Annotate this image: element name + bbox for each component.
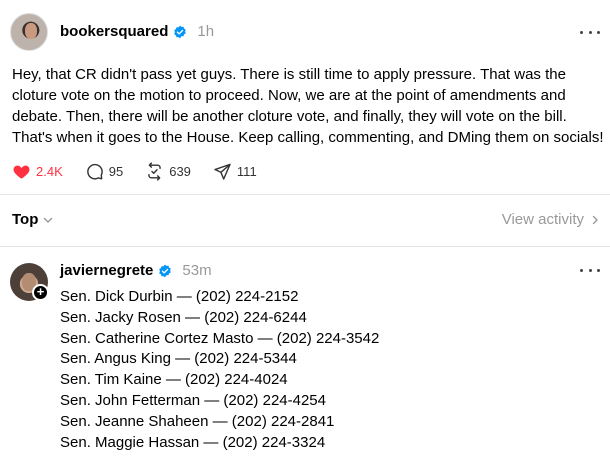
reply-line: Sen. Tim Kaine — (202) 224-4024	[60, 371, 288, 389]
post-text: Hey, that CR didn't pass yet guys. There…	[12, 66, 604, 146]
follow-plus-icon[interactable]: +	[32, 284, 49, 301]
reply-text: Sen. Dick Durbin — (202) 224-2152 Sen. J…	[60, 287, 379, 453]
sort-label: Top	[12, 211, 39, 228]
reply-line: Sen. Dick Durbin — (202) 224-2152	[60, 288, 299, 305]
repost-count: 639	[169, 164, 191, 179]
comment-icon	[86, 163, 103, 180]
replies-sort-bar: Top View activity	[12, 211, 600, 228]
avatar[interactable]	[10, 13, 48, 51]
reply-username[interactable]: javiernegrete	[60, 262, 153, 279]
share-button[interactable]: 111	[213, 162, 257, 181]
more-options-icon[interactable]	[580, 31, 600, 37]
chevron-down-icon	[44, 217, 53, 223]
verified-badge-icon	[159, 264, 172, 277]
reply-line: Sen. John Fetterman — (202) 224-4254	[60, 391, 326, 409]
more-options-icon[interactable]	[580, 269, 600, 275]
view-activity-link[interactable]: View activity	[502, 211, 600, 228]
reply-line: Sen. Maggie Hassan — (202) 224-3324	[60, 433, 326, 451]
reply-time: 53m	[182, 262, 212, 279]
reply-line: Sen. Jeanne Shaheen — (202) 224-2841	[60, 412, 335, 430]
repost-icon	[148, 162, 161, 181]
chevron-right-icon	[592, 215, 598, 224]
share-count: 111	[236, 164, 257, 179]
reply-header: javiernegrete 53m	[60, 262, 212, 279]
divider	[0, 246, 610, 247]
comment-count: 95	[108, 164, 124, 179]
like-button[interactable]: 2.4K	[12, 162, 63, 181]
sort-dropdown[interactable]: Top	[12, 211, 53, 228]
reply-line: Sen. Angus King — (202) 224-5344	[60, 350, 297, 368]
username[interactable]: bookersquared	[60, 23, 168, 40]
post-actions: 2.4K 95 639 111	[12, 162, 279, 181]
heart-icon	[13, 165, 30, 179]
comment-button[interactable]: 95	[85, 162, 123, 181]
verified-badge-icon	[174, 25, 187, 38]
post-header: bookersquared 1h	[60, 23, 214, 40]
repost-button[interactable]: 639	[145, 162, 191, 181]
reply-line: Sen. Catherine Cortez Masto — (202) 224-…	[60, 329, 380, 347]
divider	[0, 194, 610, 195]
reply-line: Sen. Jacky Rosen — (202) 224-6244	[60, 308, 307, 326]
post-time: 1h	[197, 23, 215, 40]
like-count: 2.4K	[36, 164, 63, 179]
view-activity-label: View activity	[501, 211, 584, 228]
send-icon	[214, 163, 231, 180]
